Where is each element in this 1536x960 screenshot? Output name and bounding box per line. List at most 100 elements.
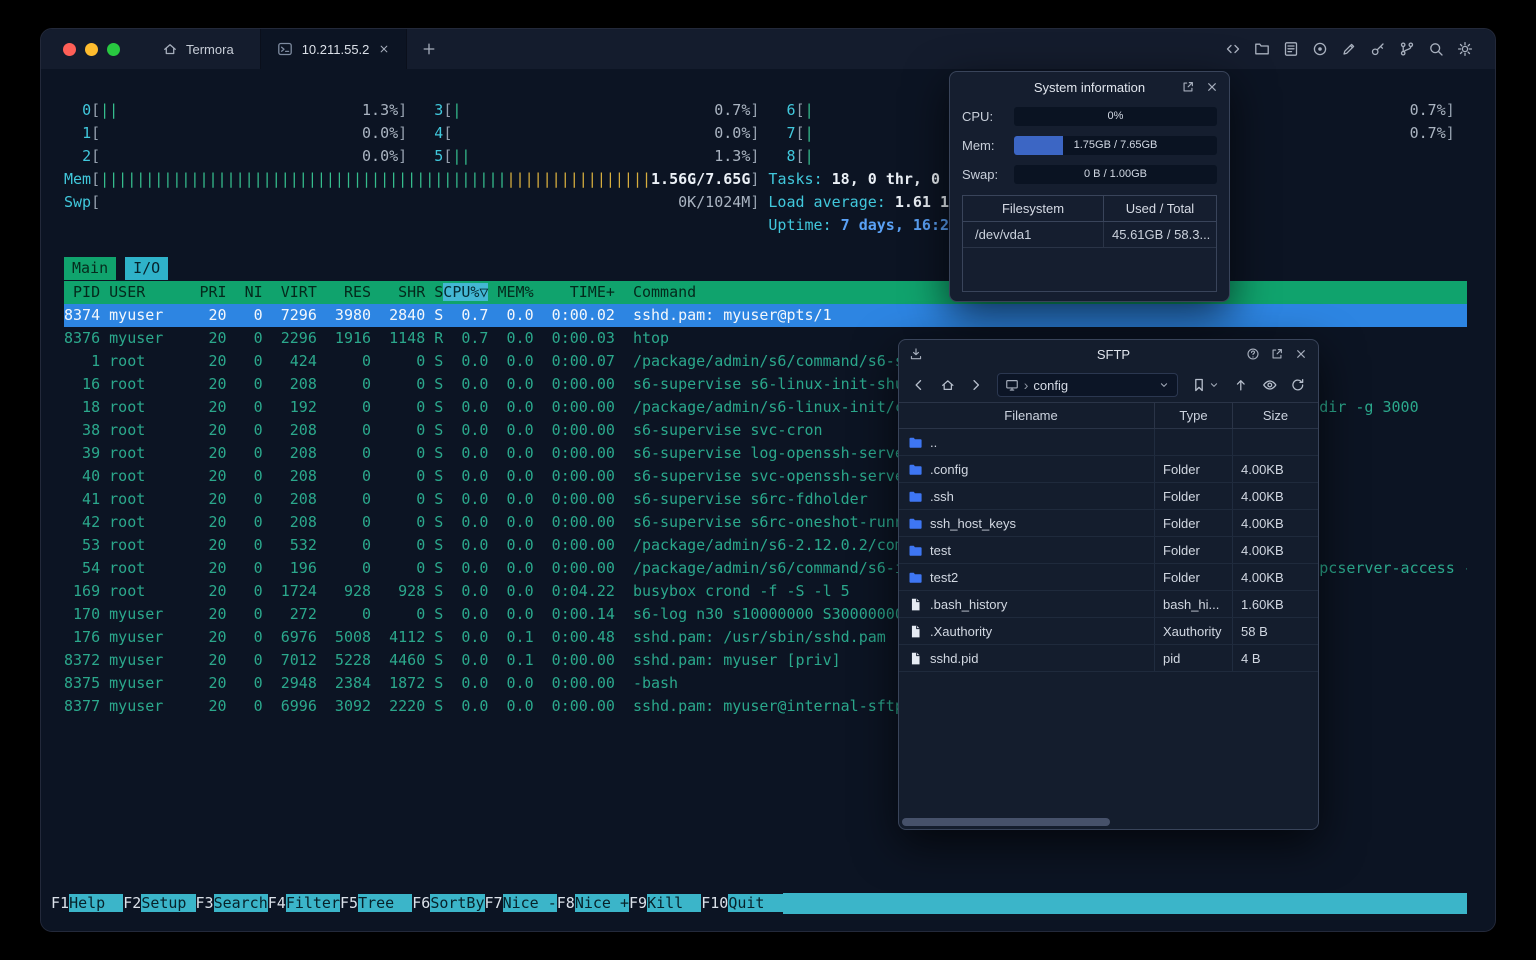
file-row[interactable]: .Xauthority Xauthority 58 B bbox=[899, 618, 1318, 645]
file-name: sshd.pid bbox=[930, 650, 979, 666]
fn-bar-filler bbox=[782, 893, 1467, 914]
file-type: Xauthority bbox=[1154, 618, 1232, 644]
file-size: 4.00KB bbox=[1232, 510, 1318, 536]
file-type: Folder bbox=[1154, 510, 1232, 536]
htop-tab-main[interactable]: Main bbox=[64, 257, 117, 280]
refresh-button[interactable] bbox=[1290, 377, 1306, 393]
log-icon[interactable] bbox=[1283, 41, 1299, 57]
bookmarks-button[interactable] bbox=[1191, 377, 1220, 393]
process-row[interactable]: 8374 myuser 20 0 7296 3980 2840 S 0.7 0.… bbox=[64, 304, 1467, 327]
detach-panel-icon[interactable] bbox=[1181, 80, 1195, 94]
tab-home[interactable]: Termora bbox=[136, 29, 260, 69]
fn-f4[interactable]: F4Filter bbox=[268, 893, 340, 914]
show-hidden-files-button[interactable] bbox=[1262, 377, 1278, 393]
breadcrumb-separator: › bbox=[1023, 377, 1029, 393]
sort-column-cpu[interactable]: CPU%▽ bbox=[443, 283, 489, 301]
file-type: Folder bbox=[1154, 456, 1232, 482]
parent-directory-button[interactable] bbox=[1233, 377, 1249, 393]
file-name: test2 bbox=[930, 569, 959, 585]
file-type: Folder bbox=[1154, 537, 1232, 563]
sftp-panel: SFTP › config Filename Type Size .. .con… bbox=[898, 339, 1319, 830]
system-info-header: System information bbox=[950, 72, 1229, 102]
home-button[interactable] bbox=[940, 377, 956, 393]
back-button[interactable] bbox=[911, 377, 927, 393]
horizontal-scrollbar-thumb[interactable] bbox=[902, 818, 1110, 826]
process-table-header[interactable]: PID USER PRI NI VIRT RES SHR SCPU%▽ MEM%… bbox=[64, 281, 1467, 304]
minimize-window-button[interactable] bbox=[85, 42, 98, 56]
close-panel-icon[interactable] bbox=[1205, 80, 1219, 94]
forward-button[interactable] bbox=[968, 377, 984, 393]
chevron-down-icon bbox=[1208, 379, 1220, 391]
fn-f10[interactable]: F10Quit bbox=[701, 893, 783, 914]
help-icon[interactable] bbox=[1246, 347, 1260, 361]
cpu-usage-bar: 0% bbox=[1014, 107, 1217, 126]
search-icon[interactable] bbox=[1428, 41, 1444, 57]
file-type bbox=[1154, 429, 1232, 455]
file-type: Folder bbox=[1154, 564, 1232, 590]
folder-icon[interactable] bbox=[1254, 41, 1270, 57]
swap-usage-text: 0 B / 1.00GB bbox=[1084, 168, 1147, 180]
chevron-down-icon[interactable] bbox=[1158, 379, 1170, 391]
path-breadcrumb[interactable]: › config bbox=[996, 373, 1179, 397]
record-icon[interactable] bbox=[1312, 41, 1328, 57]
mem-label: Mem: bbox=[962, 138, 995, 153]
folder-icon bbox=[908, 570, 923, 585]
file-row[interactable]: sshd.pid pid 4 B bbox=[899, 645, 1318, 672]
transfers-icon[interactable] bbox=[909, 347, 923, 361]
filename-column-header[interactable]: Filename bbox=[899, 403, 1154, 428]
fn-f7[interactable]: F7Nice - bbox=[485, 893, 557, 914]
swap-label: Swap: bbox=[962, 167, 999, 182]
current-directory: config bbox=[1033, 377, 1069, 393]
file-row[interactable]: .. bbox=[899, 429, 1318, 456]
tab-host[interactable]: 10.211.55.2 bbox=[259, 29, 408, 69]
size-column-header[interactable]: Size bbox=[1232, 403, 1318, 428]
close-panel-icon[interactable] bbox=[1294, 347, 1308, 361]
file-size: 4.00KB bbox=[1232, 537, 1318, 563]
fn-f8[interactable]: F8Nice + bbox=[557, 893, 629, 914]
file-name: .ssh bbox=[930, 488, 954, 504]
file-row[interactable]: ssh_host_keys Folder 4.00KB bbox=[899, 510, 1318, 537]
sftp-title: SFTP bbox=[1096, 346, 1131, 362]
fn-f6[interactable]: F6SortBy bbox=[412, 893, 485, 914]
fn-f9[interactable]: F9Kill bbox=[629, 893, 702, 914]
file-type: Folder bbox=[1154, 483, 1232, 509]
file-row[interactable]: .config Folder 4.00KB bbox=[899, 456, 1318, 483]
file-row[interactable]: .ssh Folder 4.00KB bbox=[899, 483, 1318, 510]
key-icon[interactable] bbox=[1370, 41, 1386, 57]
file-size: 58 B bbox=[1232, 618, 1318, 644]
new-tab-button[interactable] bbox=[421, 41, 437, 57]
app-window: Termora 10.211.55.2 0[|| 1.3%] 3[| 0.7%]… bbox=[40, 28, 1496, 932]
file-table-header[interactable]: Filename Type Size bbox=[899, 402, 1318, 429]
fn-f1[interactable]: F1Help bbox=[51, 893, 124, 914]
file-size: 4 B bbox=[1232, 645, 1318, 671]
settings-icon[interactable] bbox=[1457, 41, 1473, 57]
file-row[interactable]: .bash_history bash_hi... 1.60KB bbox=[899, 591, 1318, 618]
filesystem-table-header: Filesystem Used / Total bbox=[963, 196, 1216, 222]
detach-panel-icon[interactable] bbox=[1270, 347, 1284, 361]
file-icon bbox=[908, 597, 923, 612]
file-row[interactable]: test2 Folder 4.00KB bbox=[899, 564, 1318, 591]
zoom-window-button[interactable] bbox=[107, 42, 120, 56]
titlebar: Termora 10.211.55.2 bbox=[41, 29, 1495, 69]
close-tab-icon[interactable] bbox=[378, 43, 390, 55]
close-window-button[interactable] bbox=[63, 42, 76, 56]
code-icon[interactable] bbox=[1225, 41, 1241, 57]
htop-tab-i-o[interactable]: I/O bbox=[125, 257, 169, 280]
filesystem-table: Filesystem Used / Total /dev/vda1 45.61GB… bbox=[962, 195, 1217, 292]
terminal-icon bbox=[277, 41, 293, 57]
fn-f2[interactable]: F2Setup bbox=[123, 893, 196, 914]
bookmark-icon bbox=[1191, 377, 1207, 393]
type-column-header[interactable]: Type bbox=[1154, 403, 1232, 428]
mem-usage-bar: 1.75GB / 7.65GB bbox=[1014, 136, 1217, 155]
file-row[interactable]: test Folder 4.00KB bbox=[899, 537, 1318, 564]
file-size: 1.60KB bbox=[1232, 591, 1318, 617]
system-info-panel: System information CPU: 0% Mem: 1.75GB /… bbox=[949, 71, 1230, 302]
filesystem-row[interactable]: /dev/vda1 45.61GB / 58.3... bbox=[963, 222, 1216, 248]
fn-f5[interactable]: F5Tree bbox=[340, 893, 413, 914]
file-size: 4.00KB bbox=[1232, 456, 1318, 482]
filesystem-column-header: Filesystem bbox=[963, 196, 1104, 221]
edit-icon[interactable] bbox=[1341, 41, 1357, 57]
cpu-usage-text: 0% bbox=[1107, 110, 1124, 122]
branch-icon[interactable] bbox=[1399, 41, 1415, 57]
fn-f3[interactable]: F3Search bbox=[196, 893, 268, 914]
